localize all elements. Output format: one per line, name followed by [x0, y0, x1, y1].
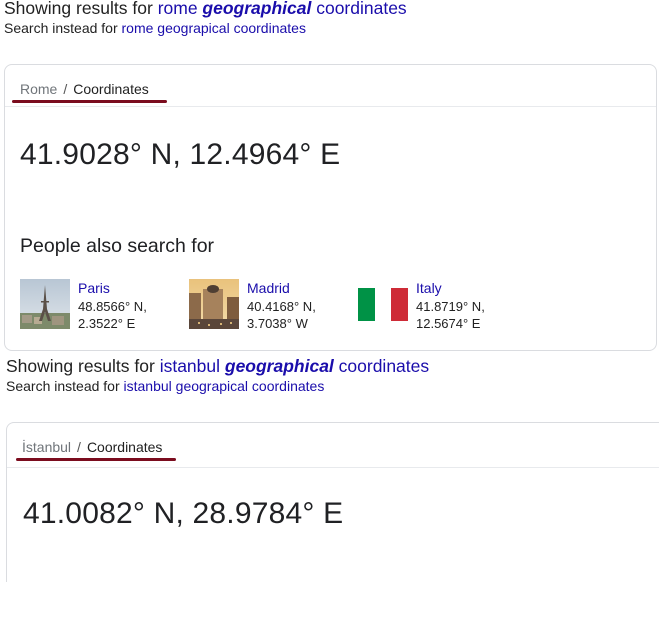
rome-section: Showing results for rome geographical co…	[0, 0, 659, 352]
coordinates-answer: 41.9028° N, 12.4964° E	[20, 138, 341, 171]
breadcrumb-underline	[16, 458, 176, 461]
related-item-paris[interactable]: Paris 48.8566° N, 2.3522° E	[20, 279, 180, 331]
people-also-search-title: People also search for	[20, 235, 215, 257]
related-item-lon: 3.7038° W	[247, 316, 308, 331]
coordinates-card: Rome / Coordinates 41.9028° N, 12.4964° E …	[4, 64, 657, 351]
breadcrumb: İstanbul / Coordinates	[22, 439, 162, 455]
original-query-link[interactable]: rome geograpical coordinates	[122, 20, 306, 36]
query-end: coordinates	[311, 0, 407, 18]
showing-results-for: Showing results for rome geographical co…	[4, 0, 407, 19]
breadcrumb: Rome / Coordinates	[20, 81, 149, 97]
breadcrumb-topic: Coordinates	[73, 81, 149, 97]
istanbul-section: Showing results for istanbul geographica…	[0, 352, 659, 630]
coordinates-answer: 41.0082° N, 28.9784° E	[23, 497, 344, 530]
related-item-name[interactable]: Paris	[78, 280, 110, 296]
search-instead-for: Search instead for istanbul geograpical …	[6, 378, 324, 394]
flag-red-band	[391, 288, 408, 321]
query-bold: geographical	[224, 356, 334, 376]
query-end: coordinates	[333, 356, 430, 376]
breadcrumb-separator: /	[63, 81, 68, 97]
related-item-lon: 12.5674° E	[416, 316, 481, 331]
madrid-photo-icon	[189, 279, 239, 329]
related-item-lat: 40.4168° N,	[247, 299, 316, 314]
card-divider	[7, 467, 659, 468]
italy-flag-icon	[358, 279, 408, 329]
related-item-name[interactable]: Italy	[416, 280, 442, 296]
original-query-link[interactable]: istanbul geograpical coordinates	[124, 378, 325, 394]
related-item-lat: 41.8719° N,	[416, 299, 485, 314]
query-bold: geographical	[202, 0, 312, 18]
breadcrumb-entity[interactable]: İstanbul	[22, 439, 71, 455]
showing-prefix: Showing results for	[6, 356, 160, 376]
coordinates-card: İstanbul / Coordinates 41.0082° N, 28.9784…	[6, 422, 659, 582]
breadcrumb-underline	[12, 100, 167, 103]
breadcrumb-topic: Coordinates	[86, 439, 163, 455]
breadcrumb-separator: /	[77, 439, 81, 455]
showing-prefix: Showing results for	[4, 0, 158, 18]
corrected-query-link[interactable]: rome geographical coordinates	[158, 0, 407, 18]
related-item-lon: 2.3522° E	[78, 316, 136, 331]
paris-photo-icon	[20, 279, 70, 329]
instead-prefix: Search instead for	[4, 20, 122, 36]
card-divider	[5, 106, 656, 107]
instead-prefix: Search instead for	[6, 378, 124, 394]
showing-results-for: Showing results for istanbul geographica…	[6, 356, 429, 377]
flag-green-band	[358, 288, 375, 321]
query-start: istanbul	[159, 356, 225, 376]
query-start: rome	[157, 0, 203, 18]
flag-white-band	[375, 288, 391, 321]
corrected-query-link[interactable]: istanbul geographical coordinates	[160, 356, 429, 376]
breadcrumb-entity[interactable]: Rome	[20, 81, 57, 97]
related-item-italy[interactable]: Italy 41.8719° N, 12.5674° E	[358, 279, 518, 331]
related-item-madrid[interactable]: Madrid 40.4168° N, 3.7038° W	[189, 279, 349, 331]
related-item-name[interactable]: Madrid	[247, 280, 290, 296]
related-item-lat: 48.8566° N,	[78, 299, 147, 314]
search-instead-for: Search instead for rome geograpical coor…	[4, 20, 306, 36]
